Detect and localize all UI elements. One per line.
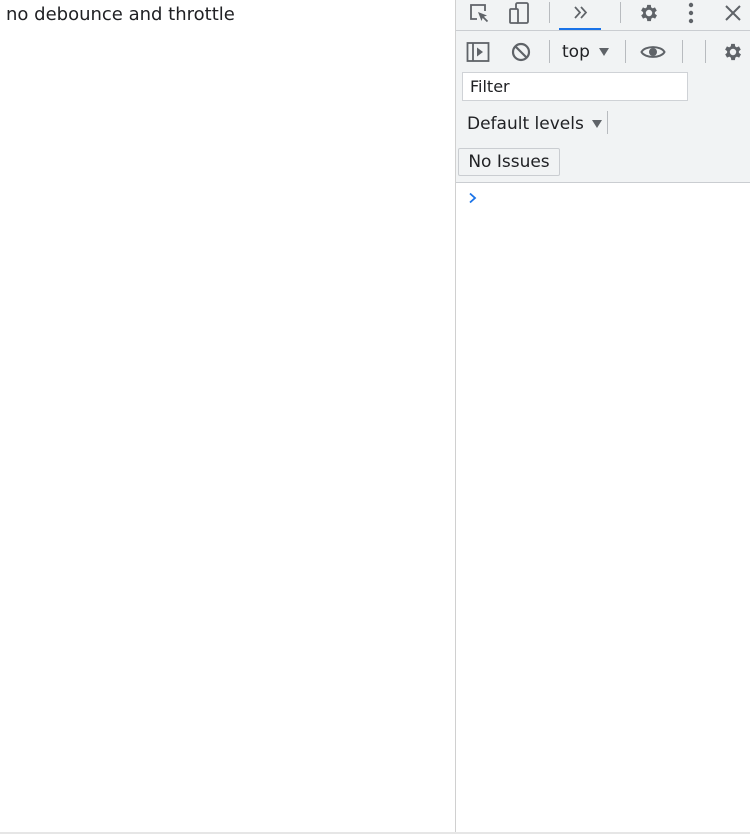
toolbar-separator xyxy=(682,40,683,63)
close-icon xyxy=(725,5,741,21)
clear-console-icon xyxy=(511,42,531,62)
toolbar-separator xyxy=(620,2,621,23)
kebab-menu-icon xyxy=(688,2,694,24)
javascript-context-select[interactable]: top xyxy=(562,40,609,64)
console-toolbar: top xyxy=(456,31,750,71)
more-tabs-icon xyxy=(574,6,588,19)
prompt-chevron-icon xyxy=(469,192,477,204)
toolbar-separator xyxy=(549,40,550,63)
clear-console-button[interactable] xyxy=(508,39,534,65)
toolbar-separator xyxy=(607,111,608,134)
device-toolbar-button[interactable] xyxy=(504,0,534,26)
more-tabs-button[interactable] xyxy=(565,0,595,26)
active-tab-indicator xyxy=(559,28,601,30)
devtools-toolbar-area: top Filter Default levels No Issues xyxy=(456,0,750,183)
issues-button[interactable]: No Issues xyxy=(458,148,560,176)
devtools-panel: top Filter Default levels No Issues xyxy=(455,0,750,832)
console-prompt[interactable] xyxy=(456,183,750,213)
inspect-element-button[interactable] xyxy=(464,0,494,26)
page: no debounce and throttle top Filter Defa… xyxy=(0,0,750,834)
inspect-element-icon xyxy=(470,4,489,23)
eye-icon xyxy=(640,46,666,58)
toolbar-separator xyxy=(705,40,706,63)
console-messages-area xyxy=(456,183,750,832)
devtools-main-toolbar xyxy=(456,0,750,31)
settings-icon xyxy=(641,4,657,22)
kebab-menu-button[interactable] xyxy=(678,0,704,26)
toolbar-separator xyxy=(549,2,550,23)
chevron-down-icon xyxy=(591,120,602,128)
context-label: top xyxy=(562,42,590,62)
settings-button[interactable] xyxy=(634,0,664,26)
page-heading: no debounce and throttle xyxy=(6,4,235,25)
console-settings-icon xyxy=(725,43,741,61)
log-levels-select[interactable]: Default levels xyxy=(467,113,602,135)
device-toolbar-icon xyxy=(509,2,529,24)
toolbar-separator xyxy=(625,40,626,63)
console-settings-button[interactable] xyxy=(718,39,748,65)
sidebar-toggle-icon xyxy=(466,42,490,62)
log-levels-label: Default levels xyxy=(467,114,584,134)
chevron-down-icon xyxy=(598,48,609,56)
live-expression-button[interactable] xyxy=(638,39,668,65)
sidebar-toggle-button[interactable] xyxy=(464,39,492,65)
close-devtools-button[interactable] xyxy=(719,0,747,26)
console-filter-input[interactable] xyxy=(462,72,688,101)
